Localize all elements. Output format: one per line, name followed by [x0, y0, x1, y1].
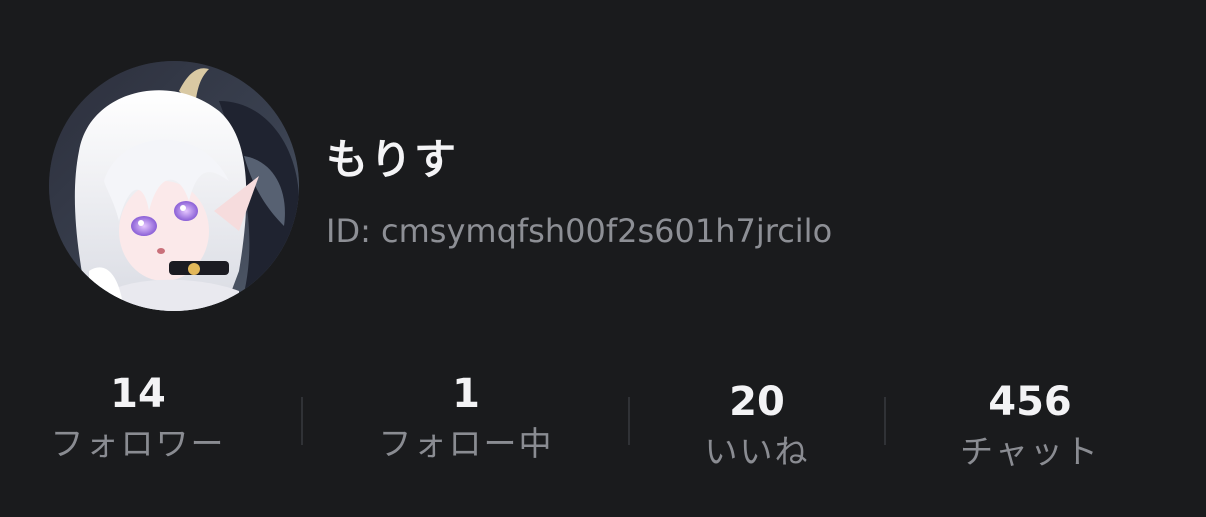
chats-stat[interactable]: 456 チャット: [920, 378, 1140, 474]
followers-label: フォロワー: [50, 424, 226, 463]
likes-count: 20: [729, 379, 785, 425]
user-id: ID: cmsymqfsh00f2s601h7jrcilo: [326, 212, 833, 250]
followers-stat[interactable]: 14 フォロワー: [28, 370, 248, 466]
following-label: フォロー中: [378, 424, 554, 463]
likes-label: いいね: [704, 432, 810, 471]
display-name: もりす: [326, 135, 459, 184]
avatar[interactable]: [49, 61, 299, 311]
followers-count: 14: [110, 371, 166, 417]
following-count: 1: [452, 371, 480, 417]
likes-stat[interactable]: 20 いいね: [647, 378, 867, 474]
avatar-illustration: [49, 61, 299, 311]
chats-label: チャット: [960, 432, 1100, 471]
chats-count: 456: [988, 379, 1072, 425]
profile-card: もりす ID: cmsymqfsh00f2s601h7jrcilo 14 フォロ…: [0, 0, 1206, 517]
divider: [628, 397, 630, 445]
following-stat[interactable]: 1 フォロー中: [356, 370, 576, 466]
divider: [884, 397, 886, 445]
divider: [301, 397, 303, 445]
